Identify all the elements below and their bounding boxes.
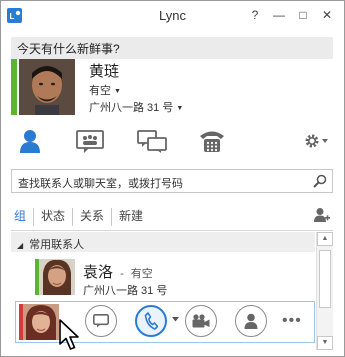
scroll-up-button[interactable]: ▲ <box>317 232 333 246</box>
hovered-contact-avatar[interactable] <box>23 304 59 340</box>
person-icon <box>20 130 40 153</box>
chevron-down-icon: ▼ <box>176 104 184 112</box>
call-button[interactable] <box>135 305 167 337</box>
window-controls: ? — □ ✕ <box>244 6 338 24</box>
contact-card-button[interactable] <box>235 305 267 337</box>
chat-bubble-icon <box>93 314 109 328</box>
phone-icon <box>200 131 224 152</box>
tab-groups[interactable]: 组 <box>11 208 35 226</box>
scroll-down-button[interactable]: ▼ <box>317 336 333 350</box>
my-location-dropdown[interactable]: 广州八一路 31 号 ▼ <box>89 99 183 115</box>
contact-list-scrollbar[interactable]: ▲ ▼ <box>316 232 333 350</box>
tab-new[interactable]: 新建 <box>112 208 150 226</box>
collapse-triangle-icon: ◢ <box>17 241 24 250</box>
maximize-button[interactable]: □ <box>292 6 314 24</box>
mouse-cursor-icon <box>59 319 79 350</box>
contact-list-item[interactable]: 袁洛 - 有空 广州八一路 31 号 <box>35 257 315 297</box>
title-bar: L Lync ? — □ ✕ <box>1 1 344 31</box>
scroll-thumb[interactable] <box>319 250 331 308</box>
video-button[interactable] <box>185 305 217 337</box>
tab-contacts[interactable] <box>15 127 45 155</box>
options-button[interactable] <box>301 127 333 155</box>
tab-relationships[interactable]: 关系 <box>73 208 113 226</box>
im-button[interactable] <box>85 305 117 337</box>
contact-separator: - <box>117 268 127 280</box>
search-icon <box>313 174 327 188</box>
search-input[interactable]: 查找联系人或聊天室，或拨打号码 <box>11 169 333 193</box>
contact-status: 有空 <box>130 268 153 280</box>
help-button[interactable]: ? <box>244 6 266 24</box>
group-label: 常用联系人 <box>29 239 85 251</box>
tab-conversations[interactable] <box>75 127 105 155</box>
phone-icon <box>144 312 158 330</box>
my-avatar[interactable] <box>19 59 75 115</box>
my-name: 黄琏 <box>89 63 120 80</box>
chevron-down-icon: ▼ <box>114 87 121 95</box>
contact-name: 袁洛 <box>83 264 114 281</box>
conversation-history-icon <box>137 130 167 153</box>
search-placeholder: 查找联系人或聊天室，或拨打号码 <box>18 178 183 190</box>
my-info-panel: 黄琏 有空 ▼ 广州八一路 31 号 ▼ <box>11 59 333 121</box>
personal-note-field[interactable]: 今天有什么新鲜事? <box>11 37 333 59</box>
call-options-chevron-icon[interactable] <box>172 317 179 322</box>
person-icon <box>244 313 258 329</box>
minimize-button[interactable]: — <box>268 6 290 24</box>
my-presence-bar <box>11 59 17 115</box>
add-contact-icon[interactable] <box>314 207 330 223</box>
close-button[interactable]: ✕ <box>316 6 338 24</box>
video-camera-icon <box>192 314 210 328</box>
my-location-label: 广州八一路 31 号 <box>89 102 174 114</box>
contact-view-tabs: 组 状态 关系 新建 <box>11 208 150 226</box>
tab-history[interactable] <box>137 127 167 155</box>
contact-location: 广州八一路 31 号 <box>83 285 168 297</box>
main-tabs <box>11 123 333 161</box>
tab-phone[interactable] <box>197 127 227 155</box>
my-status-dropdown[interactable]: 有空 ▼ <box>89 82 121 98</box>
divider <box>11 230 333 231</box>
tab-status[interactable]: 状态 <box>34 208 74 226</box>
contact-avatar[interactable] <box>39 259 75 295</box>
group-chat-icon <box>76 130 104 153</box>
lync-window: L Lync ? — □ ✕ 今天有什么新鲜事? 黄琏 有空 ▼ 广州八一路 3… <box>0 0 345 357</box>
more-options-button[interactable]: ••• <box>282 312 302 330</box>
contact-name-line: 袁洛 - 有空 <box>83 261 153 282</box>
my-status-label: 有空 <box>89 85 111 97</box>
gear-icon <box>305 134 328 148</box>
group-header-favorites[interactable]: ◢ 常用联系人 <box>11 232 315 252</box>
